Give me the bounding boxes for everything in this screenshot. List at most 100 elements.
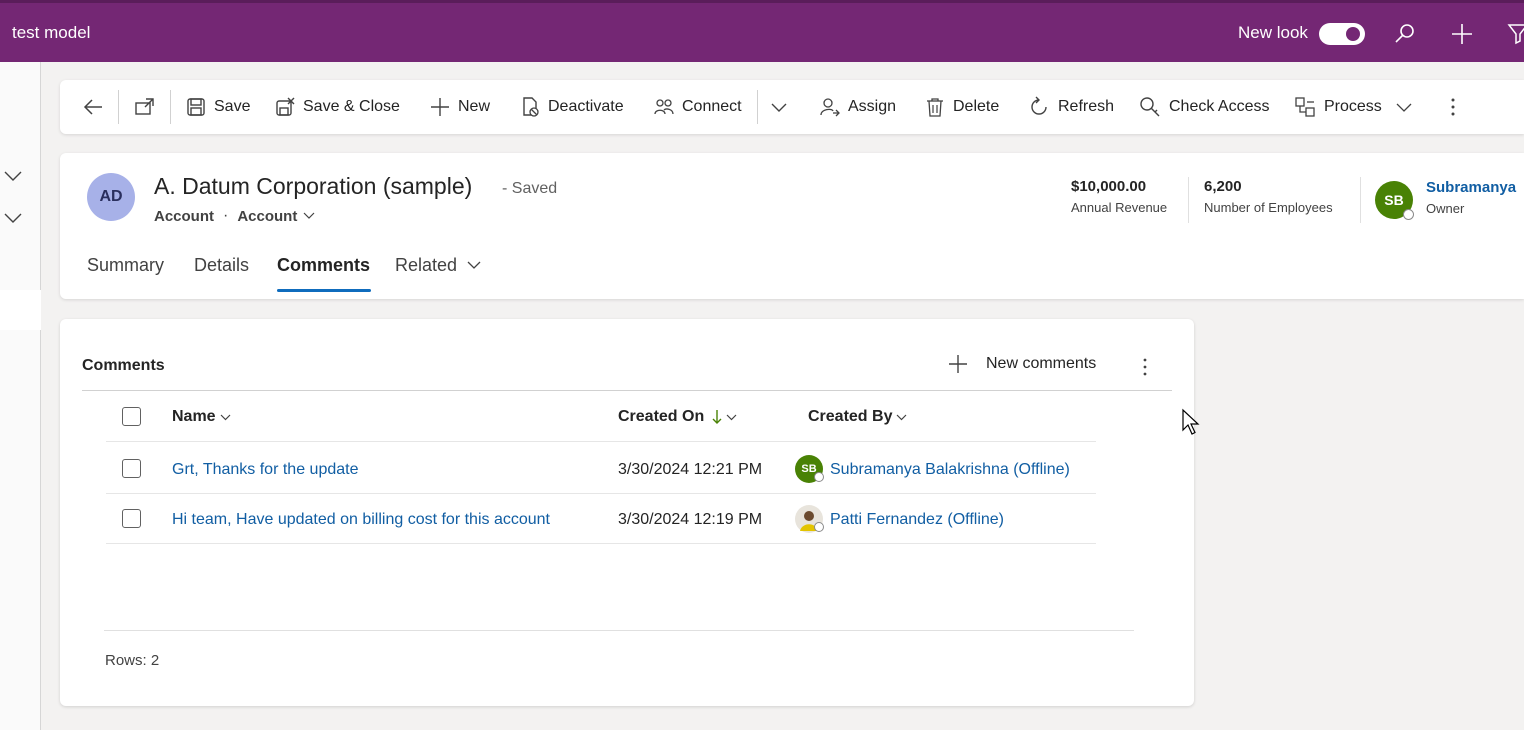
delete-button[interactable]: Delete — [925, 80, 999, 134]
separator-dot: · — [223, 207, 229, 224]
comments-section: Comments New comments Name Created On Cr… — [60, 319, 1194, 706]
column-header-created-by[interactable]: Created By — [808, 408, 907, 426]
chevron-down-icon — [726, 414, 737, 420]
more-vertical-icon — [1451, 98, 1455, 116]
form-selector[interactable]: Account — [237, 208, 297, 225]
more-vertical-icon[interactable] — [1138, 357, 1152, 377]
process-label: Process — [1324, 98, 1382, 115]
chevron-down-icon[interactable] — [4, 170, 22, 182]
deactivate-button[interactable]: Deactivate — [520, 80, 624, 134]
filter-icon[interactable] — [1506, 21, 1524, 47]
chevron-down-icon — [220, 414, 231, 420]
divider — [170, 90, 171, 124]
process-flow-icon — [1295, 97, 1315, 117]
select-all-checkbox[interactable] — [122, 407, 141, 426]
chevron-down-icon[interactable] — [4, 212, 22, 224]
new-look-toggle[interactable] — [1319, 23, 1365, 45]
divider — [118, 90, 119, 124]
mouse-pointer-icon — [1182, 408, 1200, 435]
row-checkbox[interactable] — [122, 459, 141, 478]
divider — [1188, 177, 1189, 223]
tab-details[interactable]: Details — [194, 255, 249, 276]
add-icon[interactable] — [1449, 21, 1475, 47]
refresh-label: Refresh — [1058, 98, 1115, 115]
check-access-label: Check Access — [1169, 98, 1270, 115]
connect-icon — [654, 99, 674, 115]
new-button[interactable]: New — [430, 80, 490, 134]
connect-dropdown-button[interactable] — [770, 80, 796, 134]
deactivate-icon — [523, 97, 539, 117]
column-created-on-label: Created On — [618, 408, 705, 425]
check-access-button[interactable]: Check Access — [1139, 80, 1269, 134]
selected-nav-item[interactable] — [0, 290, 41, 330]
annual-revenue-field: $10,000.00 Annual Revenue — [1071, 178, 1167, 215]
deactivate-label: Deactivate — [548, 98, 624, 115]
refresh-button[interactable]: Refresh — [1028, 80, 1114, 134]
entity-form-line: Account · Account — [154, 207, 315, 225]
owner-label: Owner — [1426, 201, 1465, 216]
created-on-value: 3/30/2024 12:19 PM — [618, 511, 763, 528]
refresh-icon — [1031, 96, 1047, 115]
app-header: test model New look — [0, 0, 1524, 62]
annual-revenue-value: $10,000.00 — [1071, 178, 1147, 195]
save-status: - Saved — [502, 180, 558, 197]
save-and-close-button[interactable]: Save & Close — [275, 80, 400, 134]
app-title[interactable]: test model — [12, 23, 90, 43]
back-arrow-icon — [83, 99, 102, 115]
annual-revenue-label: Annual Revenue — [1071, 200, 1168, 215]
chevron-down-icon — [1396, 103, 1412, 112]
column-header-name[interactable]: Name — [172, 408, 231, 426]
active-tab-indicator — [277, 289, 371, 292]
tab-comments[interactable]: Comments — [277, 255, 370, 276]
comment-name-link[interactable]: Hi team, Have updated on billing cost fo… — [172, 511, 550, 529]
save-close-label: Save & Close — [303, 98, 400, 115]
tab-summary[interactable]: Summary — [87, 255, 164, 276]
presence-offline-icon — [814, 522, 824, 532]
command-bar: Save Save & Close New Deactivate Connect… — [60, 80, 1524, 134]
search-icon[interactable] — [1392, 21, 1418, 47]
employees-value: 6,200 — [1204, 178, 1242, 195]
more-commands-button[interactable] — [1448, 80, 1466, 134]
open-in-window-icon — [135, 98, 154, 115]
save-icon — [187, 98, 205, 116]
save-button[interactable]: Save — [186, 80, 250, 134]
record-header: AD A. Datum Corporation (sample) - Saved… — [60, 153, 1524, 299]
row-checkbox[interactable] — [122, 509, 141, 528]
created-by-link[interactable]: Patti Fernandez (Offline) — [830, 511, 1004, 529]
open-in-new-window-button[interactable] — [134, 80, 164, 134]
owner-name-link[interactable]: Subramanya — [1426, 179, 1516, 196]
record-avatar: AD — [87, 173, 135, 221]
grid-footer-divider — [104, 630, 1134, 631]
chevron-down-icon — [771, 103, 787, 112]
divider — [1360, 177, 1361, 223]
process-button[interactable]: Process — [1294, 80, 1412, 134]
presence-offline-icon — [1403, 209, 1414, 220]
employees-label: Number of Employees — [1204, 200, 1333, 215]
created-by-link[interactable]: Subramanya Balakrishna (Offline) — [830, 461, 1070, 479]
entity-name: Account — [154, 207, 214, 225]
connect-label: Connect — [682, 98, 742, 115]
save-close-icon — [276, 97, 295, 116]
sort-descending-arrow-icon — [712, 410, 722, 424]
back-button[interactable] — [82, 80, 112, 134]
presence-offline-icon — [814, 472, 824, 482]
connect-button[interactable]: Connect — [654, 80, 742, 134]
grid-divider — [106, 493, 1096, 494]
record-title: A. Datum Corporation (sample) — [154, 173, 473, 199]
chevron-down-icon — [897, 414, 907, 420]
assign-icon — [820, 98, 840, 117]
new-look-label: New look — [1238, 23, 1308, 42]
new-comments-button[interactable]: New comments — [948, 354, 1096, 374]
new-label: New — [458, 98, 491, 115]
key-search-icon — [1140, 97, 1160, 117]
chevron-down-icon[interactable] — [303, 212, 315, 220]
column-header-created-on[interactable]: Created On — [618, 408, 737, 426]
grid-divider — [106, 543, 1096, 544]
delete-label: Delete — [953, 98, 1000, 115]
column-name-label: Name — [172, 408, 216, 425]
add-icon — [431, 98, 449, 116]
created-on-value: 3/30/2024 12:21 PM — [618, 461, 763, 478]
tab-related[interactable]: Related — [395, 255, 481, 276]
comment-name-link[interactable]: Grt, Thanks for the update — [172, 461, 358, 479]
assign-button[interactable]: Assign — [820, 80, 896, 134]
